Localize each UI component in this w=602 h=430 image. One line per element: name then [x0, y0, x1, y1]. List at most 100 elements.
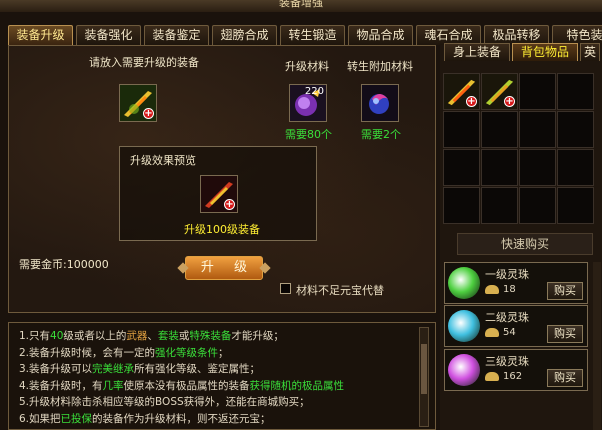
shop-item-name: 一级灵珠: [485, 268, 529, 281]
shop-item-price: 54: [503, 327, 516, 338]
inventory-slot[interactable]: [481, 111, 518, 148]
shop-item: 三级灵珠 162 购买: [444, 349, 588, 391]
inventory-tab-2[interactable]: 英: [580, 43, 600, 61]
inventory-slot[interactable]: [519, 187, 556, 224]
equip-prompt: 请放入需要升级的装备: [89, 56, 199, 69]
ingot-checkbox-label: 材料不足元宝代替: [296, 284, 384, 297]
tips-panel: 1.只有40级或者以上的武器、套装或特殊装备才能升级； 2.装备升级时候，会有一定…: [8, 322, 436, 430]
ingot-icon: [485, 285, 499, 294]
shop-item: 二级灵珠 54 购买: [444, 305, 588, 347]
tip-text: 几率: [102, 379, 124, 392]
tab-0[interactable]: 装备升级: [8, 25, 73, 45]
inventory-tab-1[interactable]: 背包物品: [512, 43, 578, 61]
inventory-slot[interactable]: [557, 73, 594, 110]
buy-button[interactable]: 购买: [547, 325, 583, 343]
tip-line: 5.升级材料除击杀相应等级的BOSS获得外，还能在商城购买；: [19, 394, 310, 409]
tip-text: 、: [147, 330, 158, 342]
tab-7[interactable]: 极品转移: [484, 25, 549, 45]
buy-button[interactable]: 购买: [547, 369, 583, 387]
inventory-slot[interactable]: [519, 73, 556, 110]
ingot-checkbox[interactable]: [280, 283, 291, 294]
tip-text: 级或者以上的: [63, 330, 127, 342]
scroll-thumb[interactable]: [421, 344, 427, 394]
inventory-slot[interactable]: [519, 149, 556, 186]
tip-text: 才能升级；: [231, 330, 284, 342]
buy-button[interactable]: 购买: [547, 282, 583, 300]
inventory-grid: + +: [443, 73, 594, 224]
inventory-tab-0[interactable]: 身上装备: [444, 43, 510, 61]
inventory-slot[interactable]: [481, 149, 518, 186]
tip-number: 4.: [19, 379, 30, 392]
inventory-slot[interactable]: [557, 111, 594, 148]
spirit-orb-icon: [448, 267, 480, 299]
inventory-slot[interactable]: [443, 111, 480, 148]
preview-title: 升级效果预览: [130, 154, 196, 167]
shop-scrollbar[interactable]: [593, 262, 601, 430]
inventory-slot[interactable]: [481, 187, 518, 224]
tip-line: 3.装备升级可以完美继承所有强化等级、鉴定属性；: [19, 361, 260, 376]
add-icon: +: [466, 96, 477, 107]
inventory-slot[interactable]: [443, 149, 480, 186]
tip-text: 完美继承: [92, 363, 135, 375]
material-title: 升级材料: [285, 60, 329, 73]
tip-text: 所有强化等级、鉴定属性；: [134, 363, 261, 375]
tip-text: 特殊装备: [189, 330, 232, 342]
inventory-tabs: 身上装备 背包物品英: [444, 43, 602, 61]
upgrade-preview: 升级效果预览 + 升级100级装备: [119, 146, 317, 241]
tip-text: 使原本没有极品属性的装备: [123, 379, 250, 392]
inventory-slot[interactable]: [557, 187, 594, 224]
upgrade-panel: 请放入需要升级的装备 升级材料 转生附加材料 + 220 需要80个 需要2个: [8, 45, 436, 313]
tip-number: 2.: [19, 346, 30, 359]
tab-2[interactable]: 装备鉴定: [144, 25, 209, 45]
tab-5[interactable]: 物品合成: [348, 25, 413, 45]
tip-text: 的装备作为升级材料，则不返还元宝；: [92, 412, 271, 425]
tab-1[interactable]: 装备强化: [76, 25, 141, 45]
inventory-slot[interactable]: +: [481, 73, 518, 110]
tab-8[interactable]: 特色装: [552, 25, 602, 45]
ingot-icon: [485, 372, 499, 381]
tab-3[interactable]: 翅膀合成: [212, 25, 277, 45]
shop-item-name: 二级灵珠: [485, 311, 529, 324]
shop-item-price: 18: [503, 284, 516, 295]
preview-slot: +: [200, 175, 238, 213]
extra-material-slot[interactable]: [361, 84, 399, 122]
spirit-orb-icon: [448, 310, 480, 342]
tip-line: 1.只有40级或者以上的武器、套装或特殊装备才能升级；: [19, 328, 284, 343]
quick-buy-header: 快速购买: [457, 233, 593, 255]
tip-number: 5.: [19, 396, 30, 408]
add-icon: +: [224, 199, 235, 210]
inventory-slot[interactable]: [443, 187, 480, 224]
window-titlebar: 装备增强: [0, 0, 602, 12]
tip-text: 套装: [157, 330, 179, 342]
gold-cost: 需要金币:100000: [19, 258, 109, 271]
material-slot[interactable]: 220: [289, 84, 327, 122]
tips-scrollbar[interactable]: [419, 327, 429, 427]
tip-text: 升级材料除击杀相应等级的BOSS获得外，还能在商城购买；: [29, 396, 310, 408]
tip-text: 装备升级时候，会有一定的: [29, 346, 156, 359]
tip-number: 1.: [19, 330, 30, 342]
tab-bar: 装备升级 装备强化 装备鉴定 翅膀合成 转生锻造 物品合成 魂石合成 极品转移 特色装: [8, 25, 602, 45]
ingot-icon: [485, 328, 499, 337]
tip-text: 获得随机的极品属性: [249, 379, 345, 392]
tip-text: ；: [218, 346, 229, 359]
tip-line: 2.装备升级时候，会有一定的强化等级条件；: [19, 345, 229, 360]
tip-text: 40: [50, 330, 64, 342]
add-icon: +: [504, 96, 515, 107]
material-need: 需要80个: [285, 128, 332, 141]
tip-number: 3.: [19, 363, 30, 375]
equip-slot[interactable]: +: [119, 84, 157, 122]
shop-item-name: 三级灵珠: [485, 355, 529, 368]
inventory-slot[interactable]: +: [443, 73, 480, 110]
tip-text: 强化等级条件: [155, 346, 219, 359]
tab-6[interactable]: 魂石合成: [416, 25, 481, 45]
inventory-slot[interactable]: [519, 111, 556, 148]
tip-line: 4.装备升级时，有几率使原本没有极品属性的装备获得随机的极品属性: [19, 378, 344, 393]
upgrade-button[interactable]: 升 级: [185, 256, 263, 280]
tip-text: 已投保: [60, 412, 93, 425]
tip-text: 如果把: [29, 412, 61, 425]
tab-4[interactable]: 转生锻造: [280, 25, 345, 45]
shop-item-price: 162: [503, 371, 523, 382]
add-icon: +: [143, 108, 154, 119]
tip-text: 只有: [29, 330, 51, 342]
inventory-slot[interactable]: [557, 149, 594, 186]
